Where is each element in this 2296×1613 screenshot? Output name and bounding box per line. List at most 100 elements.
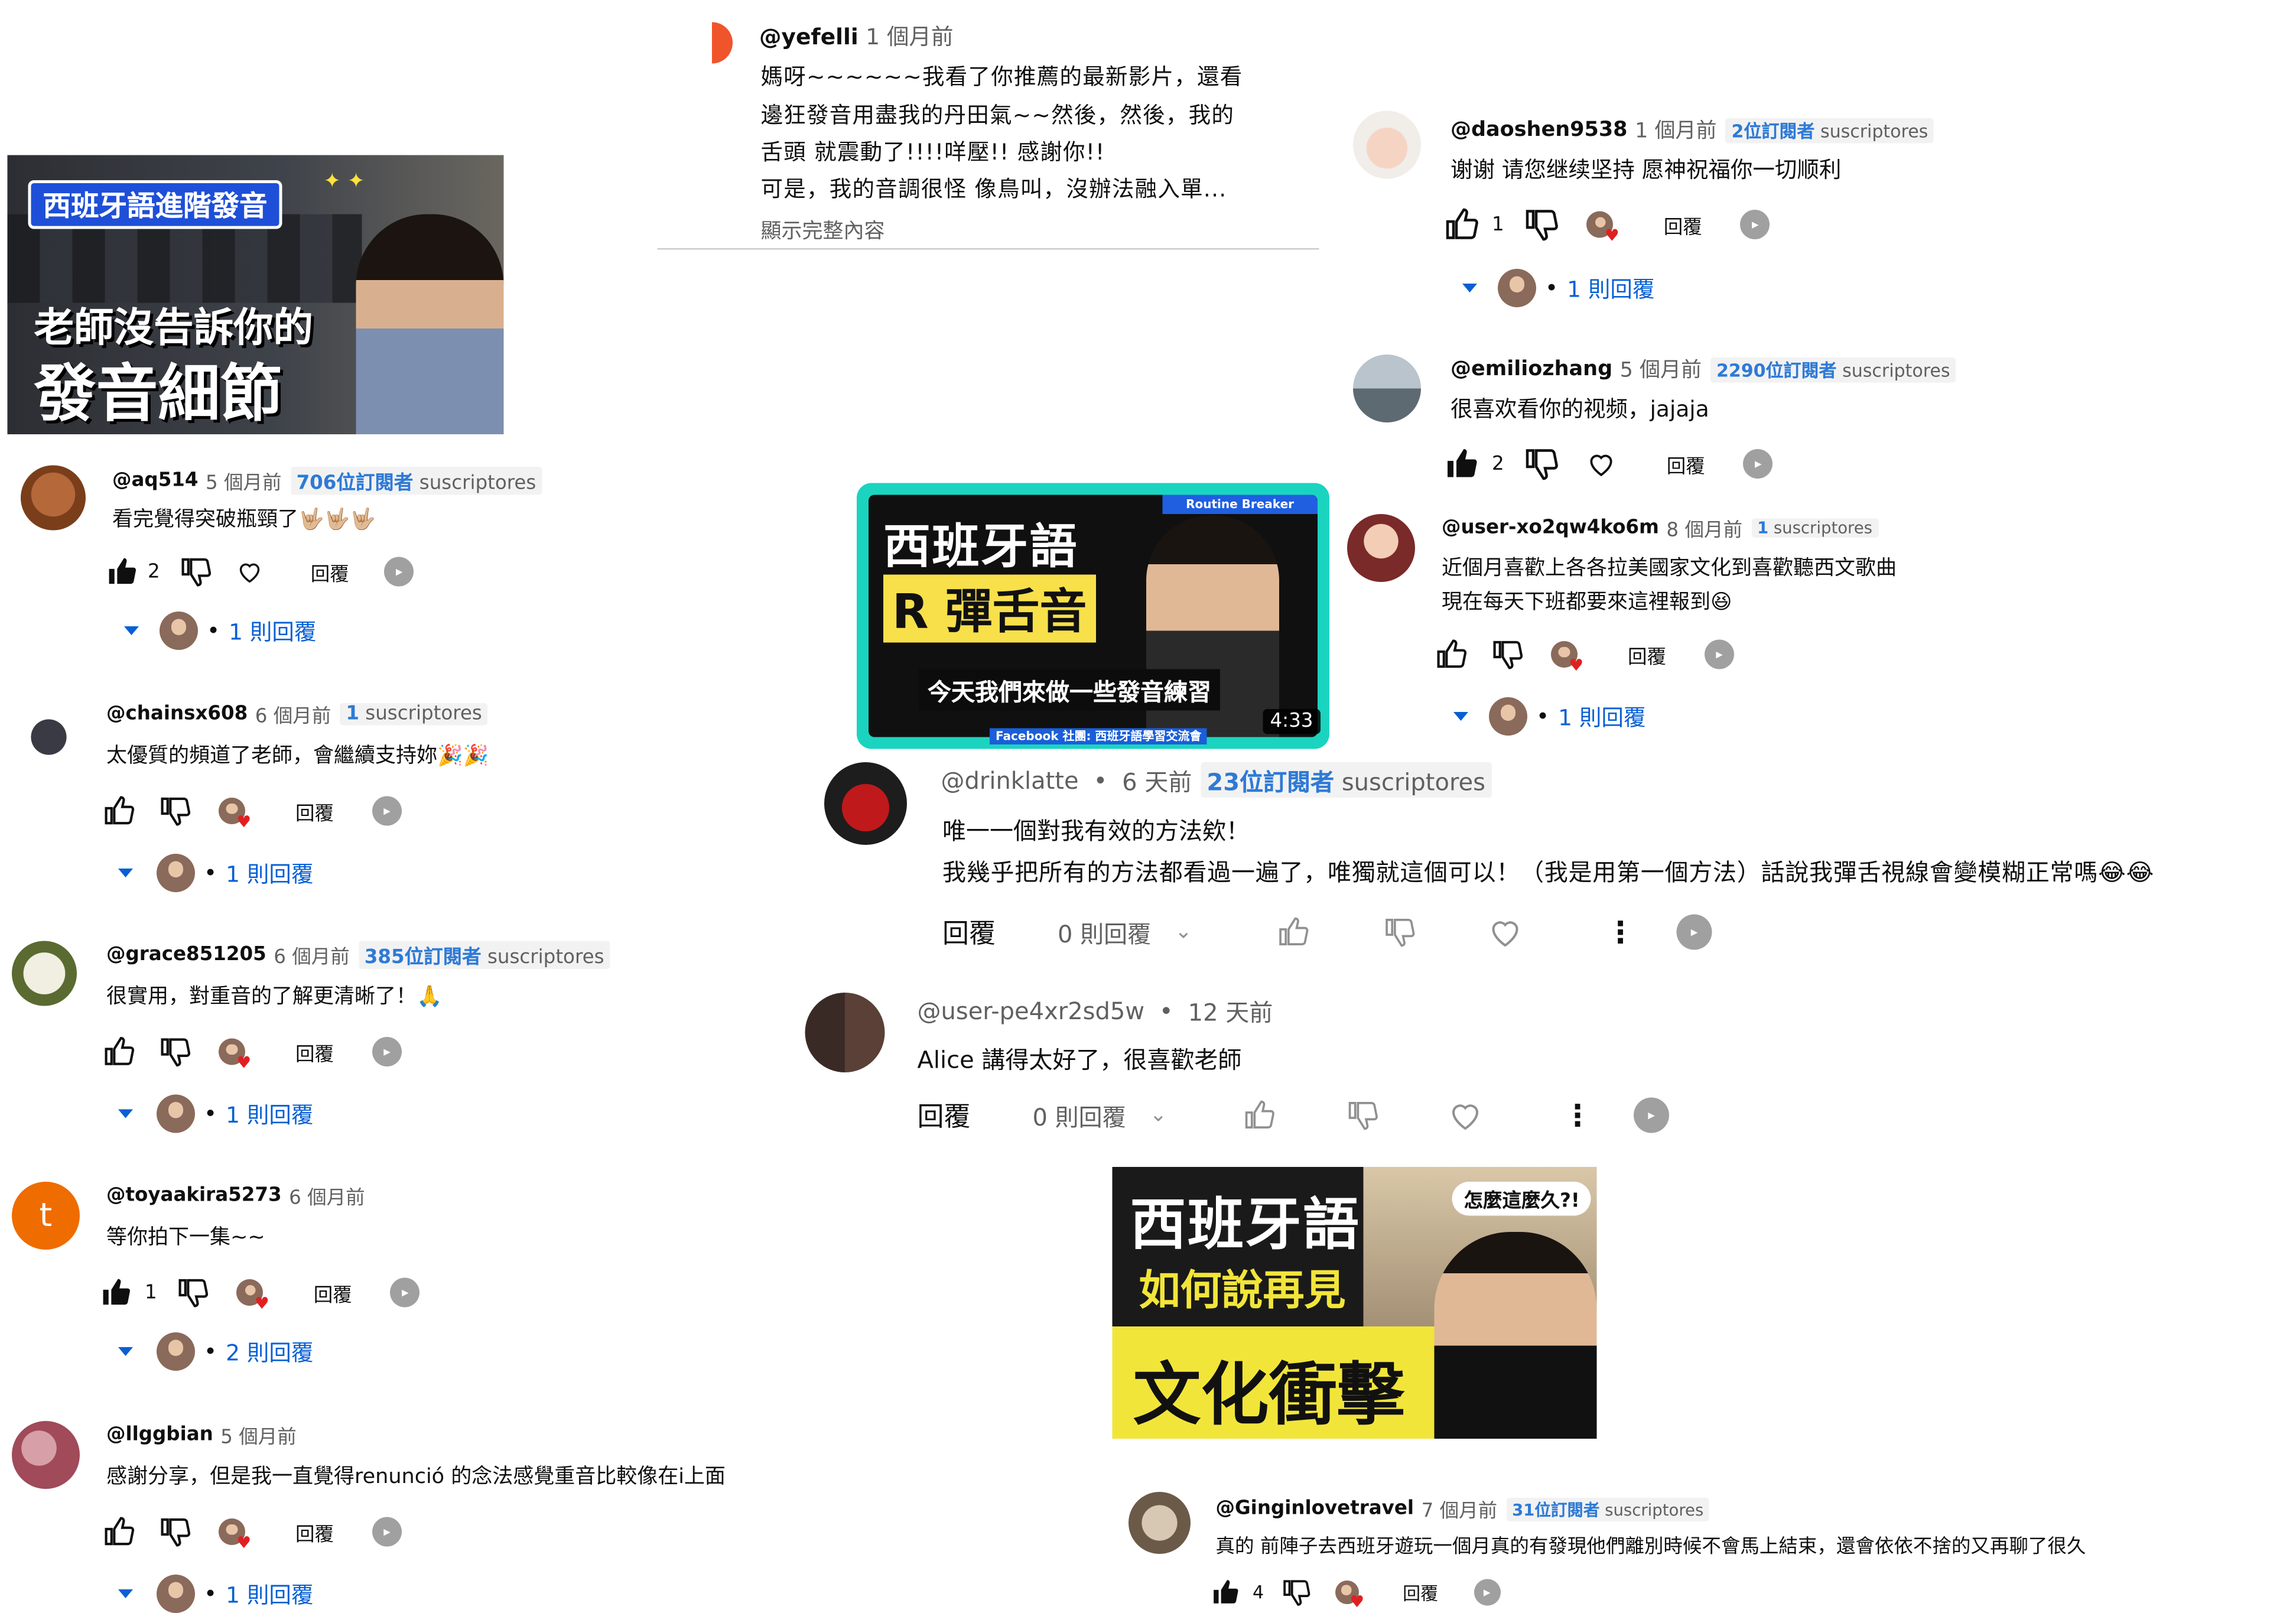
ai-action-icon[interactable]: ▶ (372, 1037, 402, 1066)
reply-button[interactable]: 回覆 (295, 1518, 334, 1546)
video-thumbnail-advanced-pronunciation[interactable]: 西班牙語進階發音 ✦ ✦ 老師沒告訴你的 發音細節 (7, 155, 504, 434)
view-replies[interactable]: • 1 則回覆 (118, 854, 313, 892)
comment-time[interactable]: 5 個月前 (206, 467, 282, 495)
view-replies[interactable]: • 1 則回覆 (124, 612, 316, 650)
view-replies[interactable]: • 1 則回覆 (1462, 269, 1654, 307)
reply-button[interactable]: 回覆 (1628, 640, 1666, 669)
ai-action-icon[interactable]: ▶ (1474, 1579, 1501, 1606)
author-handle[interactable]: @toyaakira5273 (106, 1185, 282, 1207)
avatar[interactable] (12, 941, 77, 1006)
comment-time[interactable]: 1 個月前 (1635, 115, 1716, 145)
reply-button[interactable]: 回覆 (311, 558, 349, 586)
reply-button[interactable]: 回覆 (1403, 1580, 1438, 1605)
view-replies[interactable]: • 1 則回覆 (1453, 697, 1645, 736)
chevron-down-icon[interactable]: ⌄ (1150, 1104, 1167, 1127)
avatar[interactable] (1353, 110, 1421, 179)
reply-button[interactable]: 回覆 (1664, 210, 1702, 239)
like-icon[interactable] (1436, 638, 1468, 671)
reply-count[interactable]: 0 則回覆 (1033, 1098, 1126, 1133)
show-more-link[interactable]: 顯示完整內容 (761, 216, 885, 245)
like-icon[interactable] (1445, 207, 1480, 242)
comment-time[interactable]: 1 個月前 (866, 21, 953, 52)
avatar[interactable] (1347, 514, 1415, 582)
ai-action-icon[interactable]: ▶ (372, 796, 402, 826)
comment-time[interactable]: 6 個月前 (289, 1182, 365, 1210)
avatar[interactable] (1353, 355, 1421, 422)
ai-action-icon[interactable]: ▶ (1743, 449, 1773, 479)
comment-time[interactable]: 12 天前 (1188, 993, 1273, 1028)
dislike-icon[interactable] (160, 1036, 192, 1068)
author-handle[interactable]: @emiliozhang (1451, 357, 1612, 381)
author-handle[interactable]: @daoshen9538 (1451, 118, 1628, 142)
more-options-icon[interactable]: ⋮ (1563, 1098, 1592, 1133)
comment-time[interactable]: 6 個月前 (274, 941, 350, 970)
avatar[interactable] (824, 762, 907, 845)
avatar[interactable] (1129, 1492, 1191, 1554)
ai-action-icon[interactable]: ▶ (390, 1277, 420, 1308)
like-icon[interactable] (1278, 916, 1310, 948)
like-icon[interactable] (103, 795, 136, 827)
like-icon[interactable] (100, 1276, 133, 1309)
reply-button[interactable]: 回覆 (295, 1038, 334, 1066)
video-thumbnail-r-trill[interactable]: Routine Breaker 西班牙語 R 彈舌音 今天我們來做一些發音練習 … (857, 483, 1329, 749)
dislike-icon[interactable] (1384, 916, 1417, 948)
dislike-icon[interactable] (1525, 207, 1560, 242)
like-icon[interactable] (1211, 1578, 1241, 1607)
ai-action-icon[interactable]: ▶ (1676, 914, 1712, 950)
reply-button[interactable]: 回覆 (942, 913, 996, 951)
ai-action-icon[interactable]: ▶ (1705, 639, 1735, 669)
author-handle[interactable]: @Ginginlovetravel (1216, 1498, 1414, 1520)
author-handle[interactable]: @chainsx608 (106, 703, 248, 726)
dislike-icon[interactable] (1347, 1099, 1380, 1131)
ai-action-icon[interactable]: ▶ (372, 1517, 402, 1547)
author-handle[interactable]: @drinklatte (941, 766, 1079, 794)
chevron-down-icon[interactable]: ⌄ (1175, 921, 1192, 944)
ai-action-icon[interactable]: ▶ (1634, 1097, 1670, 1133)
view-replies[interactable]: • 1 則回覆 (118, 1575, 313, 1613)
dislike-icon[interactable] (1282, 1578, 1311, 1607)
avatar[interactable] (18, 706, 80, 768)
like-icon[interactable] (103, 1516, 136, 1548)
author-handle[interactable]: @aq514 (112, 470, 199, 492)
dislike-icon[interactable] (181, 555, 213, 588)
dislike-icon[interactable] (160, 795, 192, 827)
ai-action-icon[interactable]: ▶ (384, 557, 414, 587)
comment-time[interactable]: 6 天前 (1122, 762, 1192, 798)
like-icon[interactable] (1445, 446, 1480, 482)
author-handle[interactable]: @user-pe4xr2sd5w (918, 996, 1145, 1025)
avatar[interactable]: t (12, 1182, 80, 1250)
more-options-icon[interactable]: ⋮ (1606, 915, 1635, 950)
author-handle[interactable]: @yefelli (759, 23, 858, 50)
reply-button[interactable]: 回覆 (1667, 450, 1705, 478)
heart-icon[interactable] (237, 558, 264, 585)
video-thumbnail-goodbye-culture[interactable]: 西班牙語 如何說再見 文化衝擊 怎麼這麼久?! (1112, 1167, 1597, 1439)
reply-count[interactable]: 0 則回覆 (1058, 915, 1151, 950)
reply-button[interactable]: 回覆 (918, 1096, 971, 1134)
comment-time[interactable]: 7 個月前 (1422, 1495, 1498, 1523)
author-handle[interactable]: @llggbian (106, 1424, 213, 1446)
comment-time[interactable]: 5 個月前 (220, 1421, 297, 1449)
like-icon[interactable] (106, 555, 139, 588)
reply-button[interactable]: 回覆 (295, 797, 334, 825)
dislike-icon[interactable] (178, 1276, 210, 1309)
reply-button[interactable]: 回覆 (314, 1279, 352, 1307)
author-handle[interactable]: @grace851205 (106, 944, 266, 967)
avatar[interactable] (12, 1421, 80, 1489)
dislike-icon[interactable] (1525, 446, 1560, 482)
view-replies[interactable]: • 1 則回覆 (118, 1094, 313, 1133)
like-icon[interactable] (103, 1036, 136, 1068)
heart-icon[interactable] (1448, 1098, 1483, 1133)
comment-time[interactable]: 6 個月前 (255, 700, 331, 729)
comment-time[interactable]: 5 個月前 (1620, 355, 1702, 384)
comment-time[interactable]: 8 個月前 (1666, 514, 1742, 542)
avatar[interactable] (21, 465, 86, 531)
ai-action-icon[interactable]: ▶ (1740, 210, 1770, 239)
author-handle[interactable]: @user-xo2qw4ko6m (1442, 517, 1659, 539)
avatar[interactable] (805, 993, 885, 1072)
dislike-icon[interactable] (1492, 638, 1524, 671)
view-replies[interactable]: • 2 則回覆 (118, 1332, 313, 1371)
heart-icon[interactable] (1488, 915, 1523, 950)
dislike-icon[interactable] (160, 1516, 192, 1548)
like-icon[interactable] (1244, 1099, 1276, 1131)
heart-icon[interactable] (1587, 449, 1617, 479)
